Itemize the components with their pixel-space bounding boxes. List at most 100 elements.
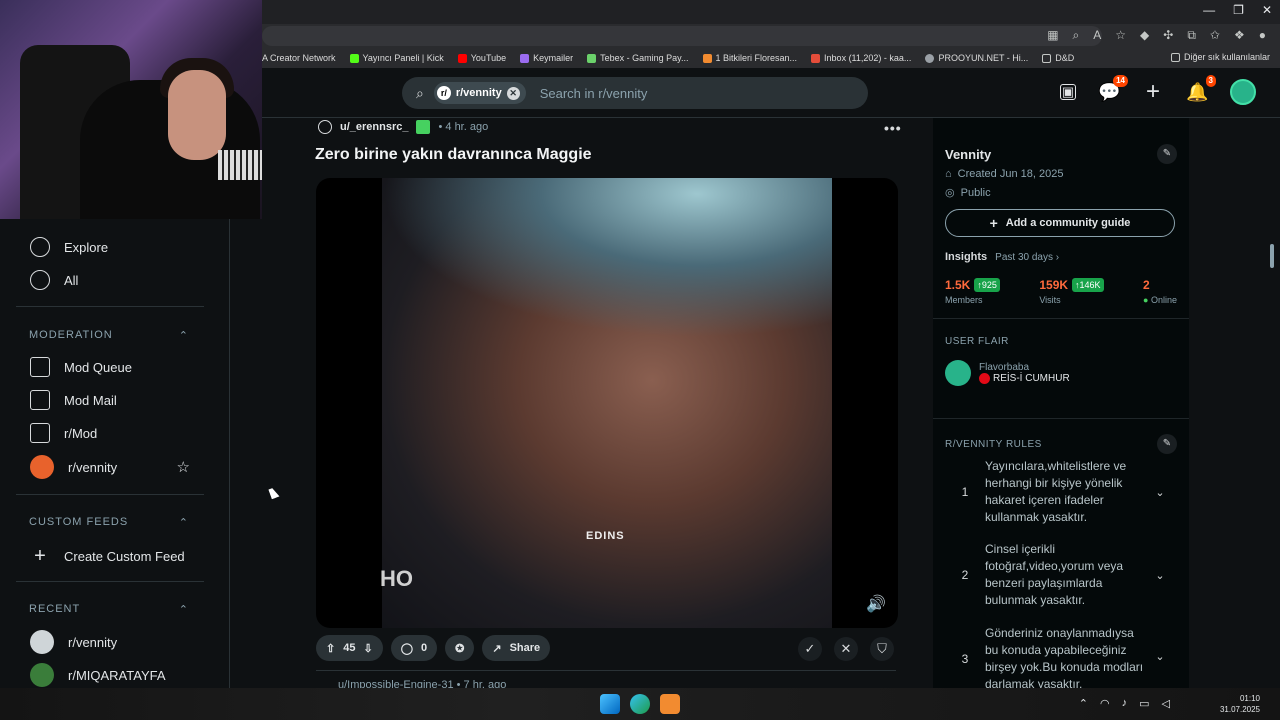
- sidebar-item-r-mod[interactable]: r/Mod: [30, 423, 97, 443]
- create-post-icon[interactable]: +: [1142, 80, 1164, 104]
- comments-button[interactable]: ◯ 0: [390, 635, 438, 661]
- post-actions: ⇧ 45 ⇩ ◯ 0 ✪ ↗ Share: [316, 635, 551, 661]
- microphone-icon[interactable]: ♪: [1122, 697, 1128, 710]
- user-avatar[interactable]: [1230, 79, 1256, 105]
- bookmark-item[interactable]: PROOYUN.NET - Hi...: [925, 53, 1028, 63]
- extensions-puzzle-icon[interactable]: ✣: [1163, 28, 1173, 43]
- headset-icon[interactable]: ◠: [1100, 697, 1110, 710]
- search-input[interactable]: [539, 85, 840, 101]
- mail-icon: [811, 53, 821, 63]
- sidebar-item-explore[interactable]: Explore: [30, 237, 108, 257]
- vennity-avatar: [30, 630, 54, 654]
- video-watermark: EDINS: [586, 530, 625, 542]
- edge-browser-icon[interactable]: [630, 694, 650, 714]
- close-icon[interactable]: ✕: [506, 86, 520, 100]
- favorites-icon[interactable]: ✩: [1210, 28, 1220, 43]
- custom-feeds-section-header[interactable]: CUSTOM FEEDS ⌃: [29, 516, 189, 529]
- read-aloud-icon[interactable]: A: [1093, 28, 1101, 43]
- post-author[interactable]: u/_erennsrc_: [340, 121, 408, 133]
- bookmark-item[interactable]: YouTube: [457, 53, 506, 63]
- bookmark-item[interactable]: 1 Bitkileri Floresan...: [702, 53, 797, 63]
- recent-item-miqaratayfa[interactable]: r/MIQARATAYFA: [30, 663, 166, 687]
- bookmark-folder[interactable]: D&D: [1042, 53, 1074, 63]
- award-button[interactable]: ✪: [445, 635, 475, 661]
- mod-queue-icon: [30, 357, 50, 377]
- taskbar-clock[interactable]: 01:10 31.07.2025: [1220, 693, 1260, 715]
- post-title[interactable]: Zero birine yakın davranınca Maggie: [315, 146, 592, 164]
- post-overflow-menu[interactable]: •••: [884, 120, 902, 136]
- notification-badge: 3: [1205, 75, 1216, 87]
- notification-bell-icon[interactable]: 🔔 3: [1186, 75, 1216, 103]
- bookmark-item[interactable]: A Creator Network: [262, 53, 336, 63]
- add-community-guide-button[interactable]: + Add a community guide: [945, 209, 1175, 237]
- minimize-button[interactable]: —: [1203, 3, 1215, 17]
- subreddit-icon: r/: [436, 86, 451, 100]
- rules-title: R/VENNITY RULES: [945, 438, 1042, 450]
- windows-start-icon[interactable]: [600, 694, 620, 714]
- recent-item-vennity[interactable]: r/vennity: [30, 630, 117, 654]
- chevron-up-icon[interactable]: ⌃: [1079, 697, 1088, 710]
- create-custom-feed-button[interactable]: + Create Custom Feed: [30, 545, 185, 568]
- streamer-face: [168, 70, 226, 160]
- search-bar[interactable]: ⌕ r/ r/vennity ✕: [402, 77, 868, 109]
- video-caption-text: HO: [380, 566, 413, 591]
- bookmark-item[interactable]: Tebex - Gaming Pay...: [587, 53, 689, 63]
- network-icon[interactable]: ▭: [1139, 697, 1149, 710]
- post-video[interactable]: EDINS HO 🔊: [316, 178, 898, 628]
- sidebar-item-r-vennity[interactable]: r/vennity ☆: [30, 455, 190, 479]
- zoom-icon[interactable]: ⌕: [1073, 28, 1080, 43]
- edit-pencil-icon[interactable]: ✎: [1157, 144, 1177, 164]
- bookmark-item[interactable]: Inbox (11,202) - kaa...: [811, 53, 911, 63]
- video-frame-highlight: [382, 178, 832, 338]
- explore-icon: [30, 237, 50, 257]
- header-actions: ▣ 💬 14 + 🔔 3: [1060, 75, 1256, 105]
- chat-icon[interactable]: 💬 14: [1098, 75, 1128, 103]
- volume-icon[interactable]: 🔊: [866, 594, 888, 616]
- flair-avatar: [945, 360, 971, 386]
- sidebar-item-mod-queue[interactable]: Mod Queue: [30, 357, 132, 377]
- youtube-icon: [457, 53, 467, 63]
- sidebar-item-all[interactable]: All: [30, 270, 78, 290]
- apps-icon[interactable]: ▦: [1047, 28, 1058, 43]
- members-delta-badge: ↑925: [974, 278, 1000, 292]
- remove-x-icon[interactable]: ✕: [834, 637, 858, 661]
- star-icon[interactable]: ☆: [177, 458, 190, 476]
- upvote-icon[interactable]: ⇧: [326, 642, 335, 655]
- restore-button[interactable]: ❐: [1233, 3, 1244, 17]
- collections-icon[interactable]: ❖: [1234, 28, 1245, 43]
- rule-item[interactable]: 2 Cinsel içerikli fotoğraf,video,yorum v…: [945, 541, 1177, 609]
- page-scrollbar[interactable]: [1270, 244, 1274, 268]
- favorite-star-icon[interactable]: ☆: [1115, 28, 1126, 43]
- moderation-section-header[interactable]: MODERATION ⌃: [29, 329, 189, 342]
- rule-item[interactable]: 1 Yayıncılara,whitelistlere ve herhangi …: [945, 458, 1177, 526]
- sidebar-item-mod-mail[interactable]: Mod Mail: [30, 390, 117, 410]
- downvote-icon[interactable]: ⇩: [363, 642, 372, 655]
- other-bookmarks[interactable]: Diğer sık kullanılanlar: [1170, 52, 1270, 62]
- bookmark-item[interactable]: Keymailer: [520, 53, 573, 63]
- recent-section-header[interactable]: RECENT ⌃: [29, 603, 189, 616]
- next-post-preview[interactable]: u/Impossible-Engine-31 • 7 hr. ago: [316, 670, 896, 691]
- rule-item[interactable]: 3 Gönderiniz onaylanmadıysa bu konuda ya…: [945, 625, 1177, 688]
- insights-stats: 1.5K ↑925 Members 159K ↑146K Visits 2 ● On…: [945, 278, 1177, 305]
- split-screen-icon[interactable]: ⧉: [1187, 28, 1196, 43]
- sidebar-divider: [933, 418, 1189, 419]
- edit-pencil-icon[interactable]: ✎: [1157, 434, 1177, 454]
- approve-check-icon[interactable]: ✓: [798, 637, 822, 661]
- browser-toolbar-icons: ▦ ⌕ A ☆ ◆ ✣ ⧉ ✩ ❖ ●: [1047, 28, 1266, 43]
- mod-tools-icon[interactable]: ▣: [1060, 84, 1076, 100]
- close-window-button[interactable]: ✕: [1262, 3, 1272, 17]
- mod-shield-icon[interactable]: ⛉: [870, 637, 894, 661]
- app-icon[interactable]: [660, 694, 680, 714]
- volume-icon[interactable]: ◁: [1162, 697, 1170, 710]
- url-field[interactable]: [262, 26, 1102, 46]
- subreddit-filter-chip[interactable]: r/ r/vennity ✕: [433, 82, 526, 104]
- extension-icon[interactable]: ◆: [1140, 28, 1149, 43]
- profile-icon[interactable]: ●: [1259, 28, 1266, 43]
- bookmark-item[interactable]: Yayıncı Paneli | Kick: [349, 53, 444, 63]
- reddit-header: ⌕ r/ r/vennity ✕ ▣ 💬14 + 🔔3: [262, 68, 1280, 118]
- turkey-flag-icon: [979, 373, 990, 384]
- share-button[interactable]: ↗ Share: [482, 635, 551, 661]
- folder-icon: [1042, 53, 1052, 63]
- insights-header[interactable]: Insights Past 30 days ›: [945, 251, 1177, 263]
- user-flair-preview[interactable]: Flavorbaba REİS-İ CUMHUR: [945, 360, 1177, 386]
